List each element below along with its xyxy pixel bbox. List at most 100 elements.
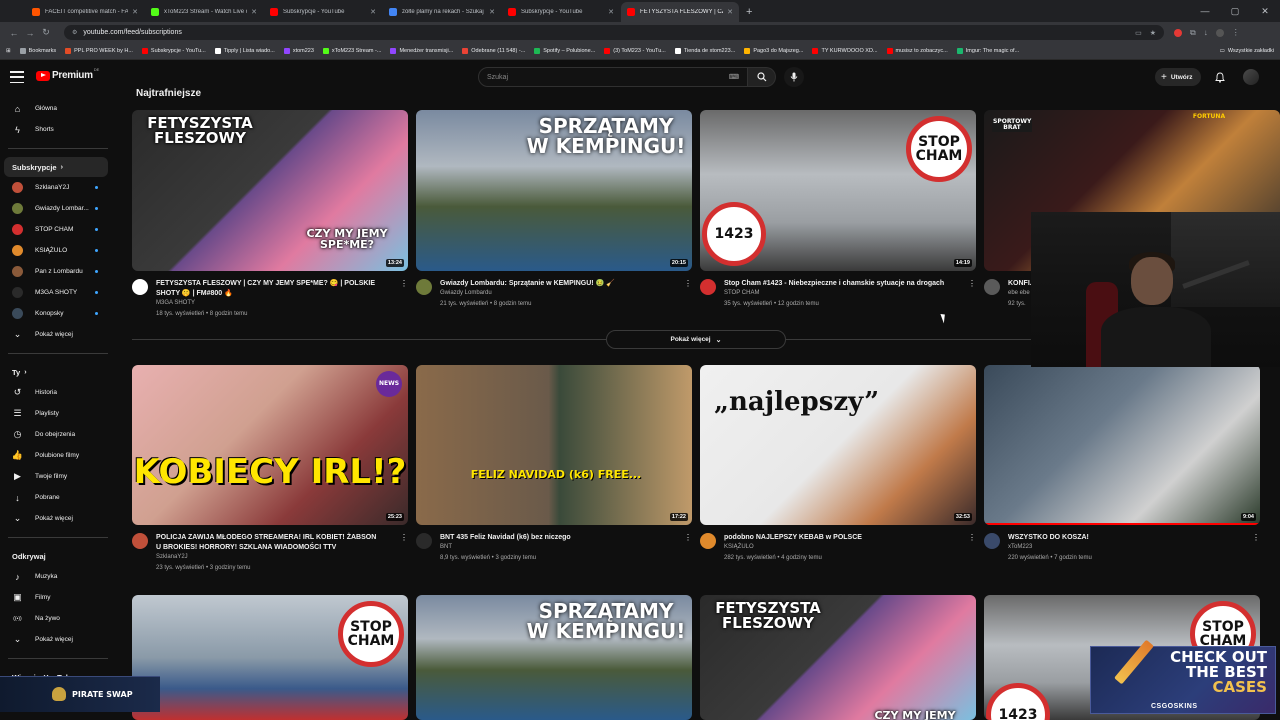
video-thumbnail[interactable]: „najlepszy” 32:53: [700, 365, 976, 525]
sidebar-item[interactable]: SzklanaY2J: [0, 177, 116, 198]
download-icon[interactable]: ↓: [1204, 28, 1208, 37]
bookmark-item[interactable]: Tienda de xtom223...: [674, 48, 735, 54]
minimize-icon[interactable]: —: [1190, 0, 1220, 22]
video-title[interactable]: BNT 435 Feliz Navidad (k6) bez niczego: [440, 533, 662, 543]
search-button[interactable]: [748, 67, 776, 87]
address-bar[interactable]: ⚙ youtube.com/feed/subscriptions ▭ ★: [64, 25, 1164, 40]
reload-icon[interactable]: ↻: [38, 27, 54, 38]
video-thumbnail[interactable]: KOBIECY IRL!? NEWS 25:23: [132, 365, 408, 525]
bookmark-item[interactable]: PPL PRO WEEK by H...: [65, 48, 133, 54]
tab-close-icon[interactable]: ✕: [489, 8, 495, 16]
new-tab-icon[interactable]: +: [740, 2, 758, 22]
bookmark-item[interactable]: Odebrane (11 548) -...: [462, 48, 525, 54]
channel-name[interactable]: xToM223: [1008, 544, 1032, 550]
channel-avatar[interactable]: [700, 533, 716, 549]
video-thumbnail[interactable]: 9:04: [984, 365, 1260, 525]
sidebar-item[interactable]: Pan z Lombardu: [0, 261, 116, 282]
more-actions-icon[interactable]: ⋮: [400, 279, 408, 288]
video-title[interactable]: podobno NAJLEPSZY KEBAB w POLSCE: [724, 533, 946, 543]
video-thumbnail[interactable]: STOP CHAM 1423 14:19: [700, 110, 976, 271]
more-actions-icon[interactable]: ⋮: [684, 279, 692, 288]
tab-close-icon[interactable]: ✕: [608, 8, 614, 16]
site-info-icon[interactable]: ⚙: [72, 29, 77, 36]
menu-hamburger-icon[interactable]: [10, 71, 24, 83]
youtube-logo[interactable]: Premium DE: [36, 67, 99, 81]
sidebar-item[interactable]: ☰ Playlisty: [0, 403, 116, 424]
maximize-icon[interactable]: ▢: [1220, 0, 1250, 22]
bookmark-item[interactable]: Pago3 do Majszeg...: [744, 48, 803, 54]
sidebar-item[interactable]: Konopsky: [0, 303, 116, 324]
channel-name[interactable]: SzklanaY2J: [156, 554, 188, 560]
sidebar-you-header[interactable]: Ty ›: [0, 362, 116, 382]
sidebar-item[interactable]: Gwiazdy Lombar...: [0, 198, 116, 219]
browser-tab[interactable]: żółte plamy na rekach - Szukaj w Google ✕: [383, 2, 501, 22]
browser-tab[interactable]: FACEIT competitive match - FACEIT✕: [26, 2, 144, 22]
profile-avatar[interactable]: [1215, 28, 1224, 37]
tab-close-icon[interactable]: ✕: [132, 8, 138, 16]
more-actions-icon[interactable]: ⋮: [968, 279, 976, 288]
tab-close-icon[interactable]: ✕: [727, 8, 733, 16]
browser-tab[interactable]: FETYSZYSTA FLESZOWY | CZY MY JEMY SPE*ME…: [621, 2, 739, 22]
sidebar-item[interactable]: M3GA SHOTY: [0, 282, 116, 303]
sidebar-item[interactable]: 👍 Polubione filmy: [0, 445, 116, 466]
sidebar-item[interactable]: ↺ Historia: [0, 382, 116, 403]
more-actions-icon[interactable]: ⋮: [684, 533, 692, 542]
bookmark-item[interactable]: Tipply | Lista wiado...: [214, 48, 275, 54]
sidebar-item[interactable]: ((•)) Na żywo: [0, 608, 116, 629]
channel-name[interactable]: BNT: [440, 544, 452, 550]
notifications-bell-icon[interactable]: [1213, 70, 1227, 84]
video-title[interactable]: Stop Cham #1423 - Niebezpieczne i chamsk…: [724, 279, 946, 289]
sidebar-item[interactable]: ♪ Muzyka: [0, 566, 116, 587]
bookmark-item[interactable]: musisz to zobaczyc...: [886, 48, 948, 54]
channel-avatar[interactable]: [132, 279, 148, 295]
window-close-icon[interactable]: ✕: [1250, 0, 1280, 22]
sidebar-subscriptions-header[interactable]: Subskrypcje ›: [4, 157, 108, 177]
back-icon[interactable]: ←: [6, 28, 22, 38]
sidebar-item[interactable]: ⌄ Pokaż więcej: [0, 324, 116, 345]
video-thumbnail[interactable]: FELIZ NAVIDAD (k6) FREE... 17:22: [416, 365, 692, 525]
sidebar-item[interactable]: ϟ Shorts: [0, 119, 116, 140]
video-title[interactable]: KONFI...: [1008, 279, 1036, 289]
channel-avatar[interactable]: [416, 279, 432, 295]
sidebar-item[interactable]: ▶ Twoje filmy: [0, 466, 116, 487]
browser-tab[interactable]: Subskrypcje - YouTube ✕: [502, 2, 620, 22]
sidebar-item[interactable]: ⌄ Pokaż więcej: [0, 508, 116, 529]
bookmark-item[interactable]: (3) ToM223 - YouTu...: [604, 48, 666, 54]
video-thumbnail[interactable]: SPRZĄTAMY W KEMPINGU! 20:15: [416, 110, 692, 271]
browser-tab[interactable]: xToM223 Stream - Watch Live on Kick ✕: [145, 2, 263, 22]
more-actions-icon[interactable]: ⋮: [1252, 533, 1260, 542]
bookmark-item[interactable]: xtom223: [283, 48, 314, 54]
browser-tab[interactable]: Subskrypcje - YouTube ✕: [264, 2, 382, 22]
channel-name[interactable]: KSIĄŻULO: [724, 544, 754, 550]
address-url[interactable]: youtube.com/feed/subscriptions: [83, 29, 1135, 36]
video-title[interactable]: POLICJA ZAWIJA MŁODEGO STREAMERA! IRL KO…: [156, 533, 378, 553]
video-thumbnail[interactable]: FETYSZYSTA FLESZOWY CZY MY JEMY SPE*ME? 13…: [132, 110, 408, 271]
bookmark-item[interactable]: TY KURWOOOO XD...: [812, 48, 878, 54]
show-more-button[interactable]: Pokaż więcej ⌄: [606, 330, 786, 349]
bookmark-item[interactable]: Spotify – Polubione...: [534, 48, 595, 54]
sidebar-item[interactable]: ⌂ Główna: [0, 98, 116, 119]
channel-avatar[interactable]: [984, 533, 1000, 549]
bookmark-item[interactable]: xToM223 Stream -...: [322, 48, 381, 54]
channel-name[interactable]: M3GA SHOTY: [156, 300, 195, 306]
keyboard-icon[interactable]: ⌨: [729, 73, 739, 81]
tab-close-icon[interactable]: ✕: [370, 8, 376, 16]
bookmark-item[interactable]: Subskrypcje - YouTu...: [141, 48, 206, 54]
sidebar-item[interactable]: ▣ Filmy: [0, 587, 116, 608]
channel-name[interactable]: Gwiazdy Lombardu: [440, 290, 492, 296]
video-title[interactable]: FETYSZYSTA FLESZOWY | CZY MY JEMY SPE*ME…: [156, 279, 378, 299]
sidebar-item[interactable]: ⌄ Pokaż więcej: [0, 629, 116, 650]
forward-icon[interactable]: →: [22, 28, 38, 38]
video-thumbnail[interactable]: FETYSZYSTA FLESZOWY CZY MY JEMY SPE*ME?: [700, 595, 976, 720]
search-input[interactable]: Szukaj ⌨: [478, 67, 748, 87]
channel-name[interactable]: STOP CHAM: [724, 290, 759, 296]
video-thumbnail[interactable]: STOP CHAM: [132, 595, 408, 720]
channel-avatar[interactable]: [132, 533, 148, 549]
menu-icon[interactable]: ⋮: [1232, 28, 1240, 37]
extensions-icon[interactable]: ⧉: [1190, 28, 1196, 38]
sidebar-item[interactable]: ◷ Do obejrzenia: [0, 424, 116, 445]
all-bookmarks[interactable]: ▭ Wszystkie zakładki: [1220, 48, 1274, 54]
voice-search-button[interactable]: [784, 67, 804, 87]
account-avatar[interactable]: [1243, 69, 1259, 85]
extension-icon[interactable]: [1174, 28, 1182, 37]
